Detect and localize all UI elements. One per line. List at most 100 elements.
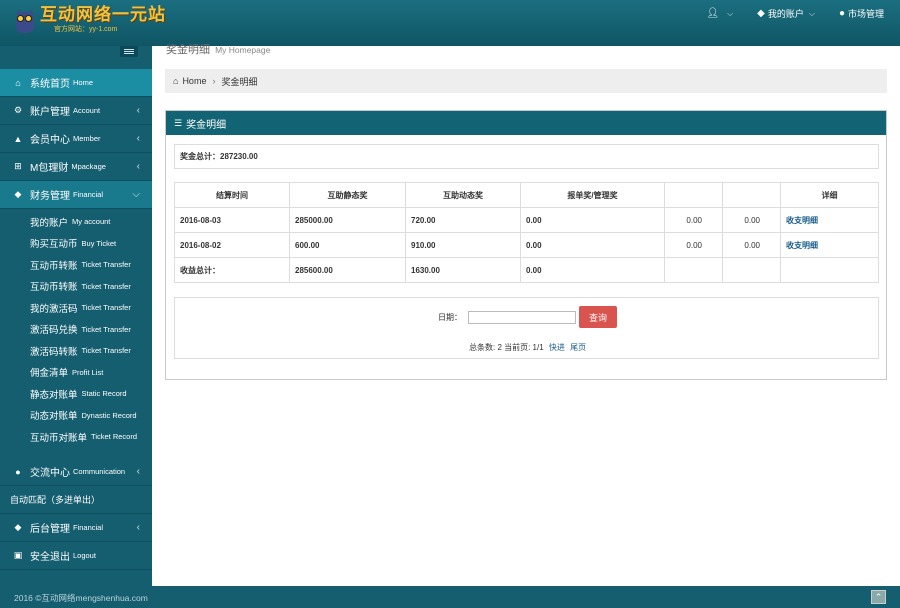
sidebar-item-sublabel: Account bbox=[73, 106, 101, 115]
owl-logo-icon bbox=[14, 8, 36, 34]
table-cell: 720.00 bbox=[405, 207, 521, 233]
sidebar-item-admin[interactable]: ◆ 后台管理 Financial ‹ bbox=[0, 514, 152, 542]
table-cell: 2016-08-03 bbox=[174, 207, 290, 233]
table-cell: 2016-08-02 bbox=[174, 232, 290, 258]
sidebar-subitem-dynastic-record[interactable]: 动态对账单 Dynastic Record bbox=[0, 405, 152, 427]
sidebar-item-auto-match[interactable]: 自动匹配（多进单出） bbox=[0, 486, 152, 514]
table-row: 2016-08-02 600.00 910.00 0.00 0.00 0.00 … bbox=[174, 232, 879, 258]
sidebar-item-label: 系统首页 bbox=[30, 79, 70, 90]
column-header: 结算时间 bbox=[174, 182, 290, 208]
market-management-link[interactable]: ● 市场管理 bbox=[839, 7, 884, 20]
sidebar-item-sublabel: Mpackage bbox=[71, 162, 106, 171]
sidebar-subitem-my-account[interactable]: 我的账户 My account bbox=[0, 211, 152, 233]
sidebar-item-label: 财务管理 bbox=[30, 191, 70, 202]
sidebar-subitem-profit-list[interactable]: 佣金清单 Profit List bbox=[0, 362, 152, 384]
table-cell: 285600.00 bbox=[289, 257, 406, 283]
user-icon: 👤︎ bbox=[706, 8, 720, 19]
pagination-jump-link[interactable]: 快进 bbox=[549, 343, 565, 352]
sidebar-item-member[interactable]: ▲ 会员中心 Member ‹ bbox=[0, 125, 152, 153]
brand-logo[interactable]: 互动网络一元站 官方网站：yy-1.com bbox=[14, 5, 166, 41]
sidebar-subitem-my-activation-code[interactable]: 我的激活码 Ticket Transfer bbox=[0, 297, 152, 319]
chevron-up-icon: ⌃ bbox=[874, 592, 883, 602]
sidebar-item-communication[interactable]: ● 交流中心 Communication ‹ bbox=[0, 458, 152, 486]
sidebar-subitem-activation-exchange[interactable]: 激活码兑换 Ticket Transfer bbox=[0, 319, 152, 341]
comments-icon: ● bbox=[15, 466, 21, 477]
gear-icon: ⚙ bbox=[13, 105, 23, 115]
tag-icon: ◆ bbox=[757, 8, 765, 19]
sidebar-toggle-button[interactable] bbox=[120, 46, 138, 57]
query-button[interactable]: 查询 bbox=[579, 306, 617, 328]
sidebar-item-logout[interactable]: ▣ 安全退出 Logout bbox=[0, 542, 152, 570]
date-label: 日期： bbox=[438, 312, 462, 322]
table-cell: 收支明细 bbox=[780, 232, 879, 258]
table-cell bbox=[780, 257, 879, 283]
detail-link[interactable]: 收支明细 bbox=[786, 216, 818, 225]
chevron-down-icon: ⌵ bbox=[808, 8, 815, 18]
page-title: 奖金明细 My Homepage bbox=[166, 44, 271, 56]
user-icon: ▲ bbox=[13, 133, 23, 144]
table-row: 2016-08-03 285000.00 720.00 0.00 0.00 0.… bbox=[174, 207, 879, 233]
column-header bbox=[664, 182, 723, 208]
chevron-left-icon: ‹ bbox=[136, 161, 140, 172]
sidebar-item-home[interactable]: ⌂ 系统首页 Home bbox=[0, 69, 152, 97]
sidebar-item-mpackage[interactable]: ⊞ M包理财 Mpackage ‹ bbox=[0, 153, 152, 181]
column-header: 互助动态奖 bbox=[405, 182, 521, 208]
pagination: 总条数: 2 当前页: 1/1 快进 尾页 bbox=[469, 342, 586, 353]
table-row-total: 收益总计： 285600.00 1630.00 0.00 bbox=[174, 257, 879, 283]
financial-submenu: 我的账户 My account 购买互动币 Buy Ticket 互动币转账 Tick… bbox=[0, 211, 152, 448]
tags-icon: ◆ bbox=[14, 189, 22, 199]
brand-title: 互动网络一元站 bbox=[40, 5, 166, 25]
sidebar-item-account[interactable]: ⚙ 账户管理 Account ‹ bbox=[0, 97, 152, 125]
detail-link[interactable]: 收支明细 bbox=[786, 241, 818, 250]
sidebar-item-financial[interactable]: ◆ 财务管理 Financial ⌵ bbox=[0, 181, 152, 209]
table-cell: 0.00 bbox=[722, 232, 781, 258]
date-input[interactable] bbox=[468, 310, 576, 324]
sidebar-item-sublabel: Financial bbox=[73, 190, 104, 199]
my-account-menu[interactable]: ◆ 我的账户 ⌵ bbox=[757, 7, 815, 20]
globe-icon: ● bbox=[838, 8, 845, 19]
cart-icon: ⊞ bbox=[14, 161, 22, 171]
column-header: 互助静态奖 bbox=[289, 182, 406, 208]
sidebar-subitem-activation-transfer[interactable]: 激活码转账 Ticket Transfer bbox=[0, 340, 152, 362]
user-menu[interactable]: 👤︎ ⌵ bbox=[706, 8, 733, 19]
table-cell: 600.00 bbox=[289, 232, 406, 258]
sidebar-item-sublabel: Communication bbox=[73, 467, 126, 476]
table-cell bbox=[664, 257, 723, 283]
sidebar-item-label: M包理财 bbox=[30, 163, 69, 174]
sidebar-subitem-ticket-transfer-2[interactable]: 互动币转账 Ticket Transfer bbox=[0, 276, 152, 298]
column-header bbox=[722, 182, 781, 208]
sidebar-item-sublabel: Logout bbox=[73, 551, 96, 560]
sidebar-item-label: 安全退出 bbox=[30, 552, 70, 563]
main-content: 奖金明细 My Homepage ⌂ Home › 奖金明细 ☰ 奖金明细 奖金… bbox=[152, 44, 900, 586]
table-cell: 910.00 bbox=[405, 232, 521, 258]
table-header-row: 结算时间 互助静态奖 互助动态奖 报单奖/管理奖 详细 bbox=[174, 182, 879, 208]
column-header: 报单奖/管理奖 bbox=[520, 182, 665, 208]
sidebar-subitem-static-record[interactable]: 静态对账单 Static Record bbox=[0, 383, 152, 405]
sidebar-item-label: 后台管理 bbox=[30, 524, 70, 535]
chevron-right-icon: › bbox=[212, 76, 216, 86]
pagination-last-link[interactable]: 尾页 bbox=[570, 343, 586, 352]
copyright: 2016 ©互动网络mengshenhua.com bbox=[14, 593, 148, 603]
sidebar-subitem-ticket-record[interactable]: 互动币对账单 Ticket Record bbox=[0, 426, 152, 448]
sidebar-subitem-ticket-transfer[interactable]: 互动币转账 Ticket Transfer bbox=[0, 254, 152, 276]
breadcrumb-home-link[interactable]: Home bbox=[182, 76, 206, 86]
bonus-table: 结算时间 互助静态奖 互助动态奖 报单奖/管理奖 详细 2016-08-03 2… bbox=[174, 182, 879, 283]
home-icon: ⌂ bbox=[15, 77, 21, 88]
sidebar-item-sublabel: Home bbox=[73, 78, 94, 87]
breadcrumb-current: 奖金明细 bbox=[221, 76, 258, 87]
sidebar-item-label: 自动匹配（多进单出） bbox=[10, 495, 101, 505]
footer: 2016 ©互动网络mengshenhua.com ⌃ bbox=[0, 586, 900, 608]
my-account-label: 我的账户 bbox=[767, 9, 804, 19]
back-to-top-button[interactable]: ⌃ bbox=[871, 590, 886, 604]
tags-icon: ◆ bbox=[14, 522, 22, 532]
sidebar-subitem-buy-ticket[interactable]: 购买互动币 Buy Ticket bbox=[0, 233, 152, 255]
column-header: 详细 bbox=[780, 182, 879, 208]
table-cell: 0.00 bbox=[722, 207, 781, 233]
chevron-left-icon: ‹ bbox=[136, 522, 140, 533]
table-cell: 0.00 bbox=[520, 207, 665, 233]
bonus-panel: ☰ 奖金明细 奖金总计：287230.00 结算时间 互助静态奖 互助动态奖 报… bbox=[165, 110, 887, 380]
chevron-left-icon: ‹ bbox=[136, 133, 140, 144]
table-cell: 收支明细 bbox=[780, 207, 879, 233]
chevron-left-icon: ‹ bbox=[136, 466, 140, 477]
table-cell: 285000.00 bbox=[289, 207, 406, 233]
